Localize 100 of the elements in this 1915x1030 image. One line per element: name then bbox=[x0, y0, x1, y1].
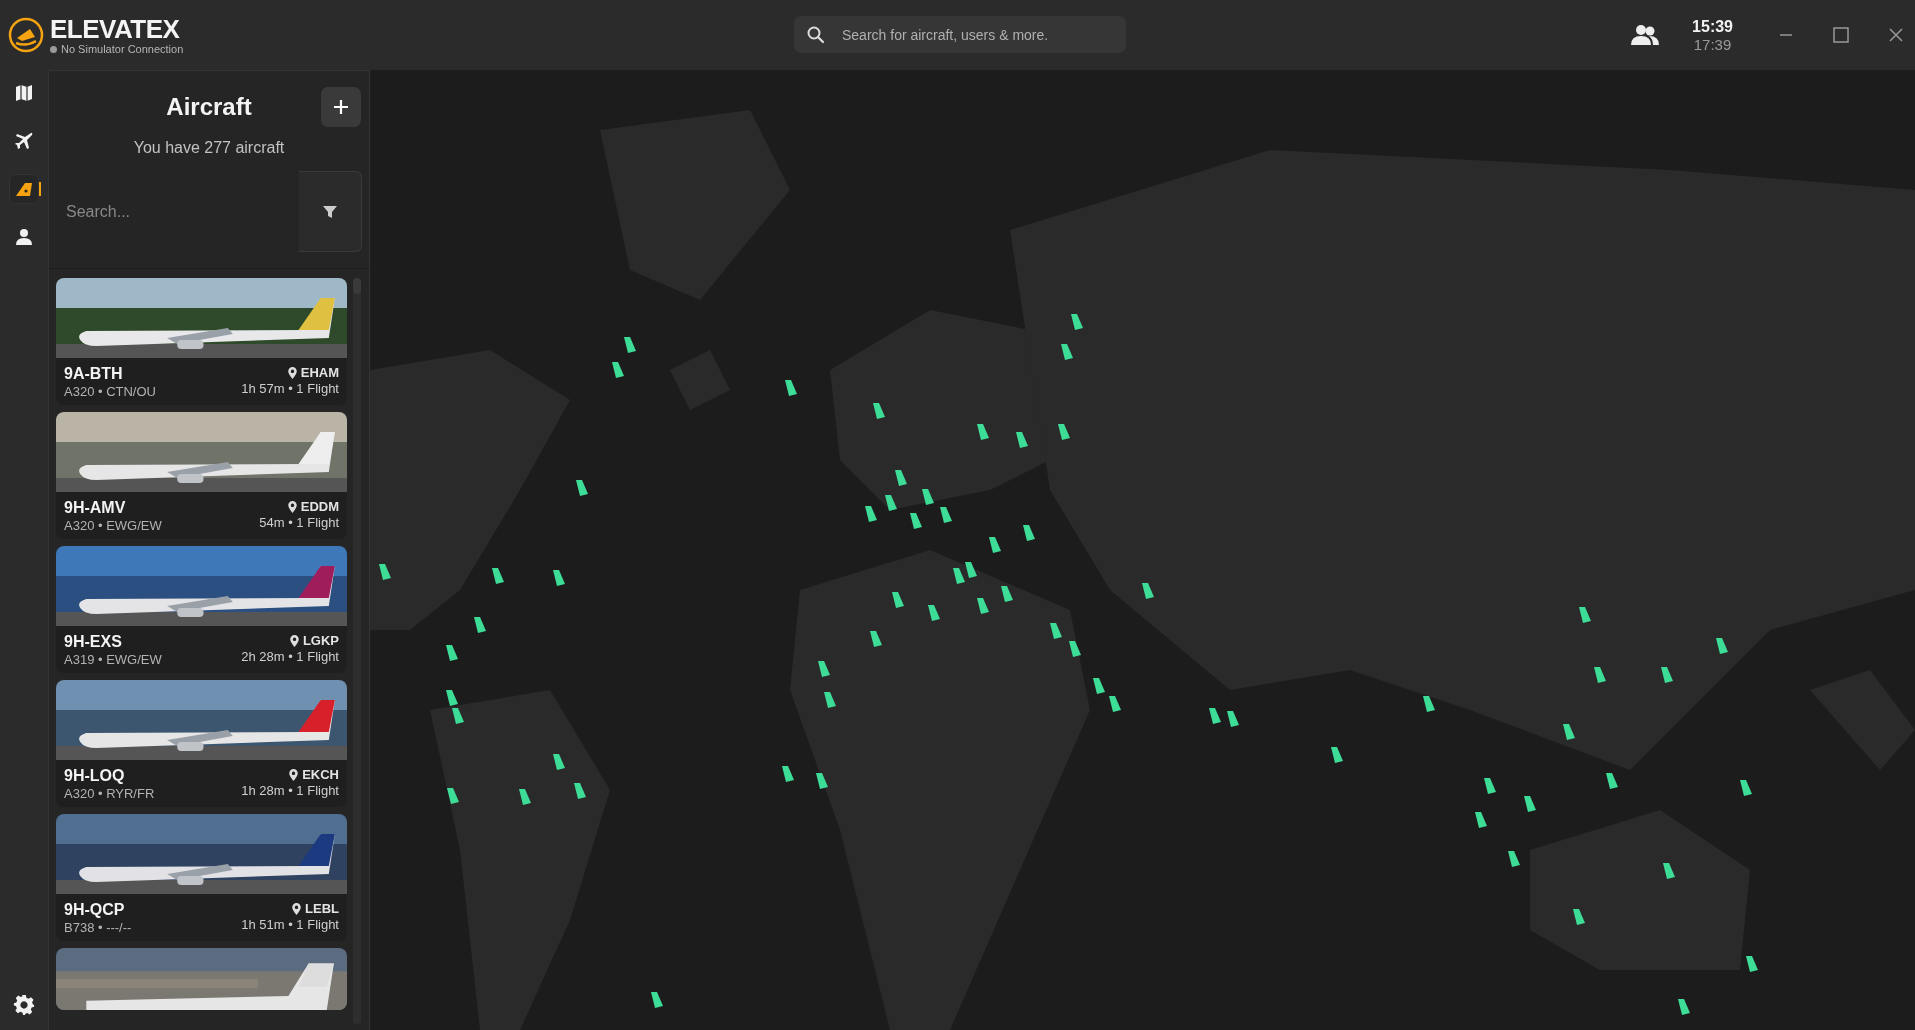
aircraft-marker-icon[interactable] bbox=[553, 753, 566, 770]
aircraft-marker-icon[interactable] bbox=[864, 505, 877, 522]
aircraft-card[interactable]: 9H-AMV A320 • EWG/EW EDDM 54m • 1 Flight bbox=[56, 412, 347, 539]
aircraft-marker-icon[interactable] bbox=[952, 567, 965, 584]
pin-icon bbox=[287, 366, 297, 379]
aircraft-marker-icon[interactable] bbox=[1422, 696, 1435, 713]
aircraft-marker-icon[interactable] bbox=[1331, 747, 1344, 764]
aircraft-marker-icon[interactable] bbox=[1093, 677, 1106, 694]
aircraft-marker-icon[interactable] bbox=[451, 708, 464, 725]
search-field[interactable]: Search for aircraft, users & more. bbox=[794, 16, 1126, 53]
aircraft-marker-icon[interactable] bbox=[873, 403, 886, 419]
aircraft-marker-icon[interactable] bbox=[624, 337, 637, 354]
aircraft-marker-icon[interactable] bbox=[574, 782, 586, 799]
aircraft-marker-icon[interactable] bbox=[1050, 622, 1063, 639]
pin-icon bbox=[289, 768, 299, 781]
aircraft-marker-icon[interactable] bbox=[940, 506, 953, 523]
aircraft-marker-icon[interactable] bbox=[1068, 641, 1081, 658]
aircraft-type: A320 • EWG/EW bbox=[64, 518, 162, 533]
search-field[interactable]: Search... bbox=[56, 171, 298, 252]
aircraft-marker-icon[interactable] bbox=[473, 616, 486, 633]
aircraft-marker-icon[interactable] bbox=[1016, 432, 1029, 449]
map-icon bbox=[14, 83, 34, 103]
add-button[interactable] bbox=[321, 87, 361, 127]
aircraft-marker-icon[interactable] bbox=[576, 479, 589, 496]
aircraft-marker-icon[interactable] bbox=[1475, 812, 1488, 829]
pin-icon bbox=[289, 634, 299, 647]
aircraft-marker-icon[interactable] bbox=[781, 765, 794, 782]
aircraft-marker-icon[interactable] bbox=[1663, 863, 1676, 880]
aircraft-marker-icon[interactable] bbox=[1579, 607, 1592, 623]
aircraft-marker-icon[interactable] bbox=[553, 570, 566, 587]
aircraft-type: B738 • ---/-- bbox=[64, 920, 132, 935]
close-icon bbox=[1889, 28, 1903, 42]
aircraft-marker-icon[interactable] bbox=[1524, 796, 1537, 813]
aircraft-marker-icon[interactable] bbox=[895, 470, 908, 487]
aircraft-card[interactable]: 9H-EXS A319 • EWG/EW LGKP 2h 28m • 1 Flight bbox=[56, 546, 347, 673]
aircraft-marker-icon[interactable] bbox=[1001, 586, 1014, 603]
aircraft-marker-icon[interactable] bbox=[1746, 956, 1759, 973]
aircraft-marker-icon[interactable] bbox=[977, 598, 990, 615]
aircraft-marker-icon[interactable] bbox=[1678, 999, 1691, 1015]
aircraft-marker-icon[interactable] bbox=[1023, 525, 1036, 542]
aircraft-marker-icon[interactable] bbox=[1573, 908, 1586, 925]
aircraft-marker-icon[interactable] bbox=[818, 660, 831, 677]
aircraft-marker-icon[interactable] bbox=[891, 592, 904, 609]
aircraft-marker-icon[interactable] bbox=[989, 537, 1002, 554]
logo-icon bbox=[8, 17, 44, 53]
aircraft-marker-icon[interactable] bbox=[445, 690, 458, 707]
aircraft-card[interactable]: 9H-LOQ A320 • RYR/FR EKCH 1h 28m • 1 Flight bbox=[56, 680, 347, 807]
local-time: 15:39 bbox=[1692, 17, 1733, 36]
airport-code: LEBL bbox=[305, 901, 339, 916]
aircraft-marker-icon[interactable] bbox=[977, 423, 990, 440]
aircraft-count: You have 277 aircraft bbox=[132, 139, 286, 157]
aircraft-marker-icon[interactable] bbox=[885, 494, 898, 511]
aircraft-marker-icon[interactable] bbox=[1483, 777, 1496, 794]
aircraft-marker-icon[interactable] bbox=[1057, 423, 1070, 440]
aircraft-type: A319 • EWG/EW bbox=[64, 652, 162, 667]
airport-code: EKCH bbox=[302, 767, 339, 782]
aircraft-marker-icon[interactable] bbox=[1227, 710, 1240, 727]
aircraft-marker-icon[interactable] bbox=[1563, 724, 1576, 741]
aircraft-type: A320 • CTN/OU bbox=[64, 384, 156, 399]
aircraft-marker-icon[interactable] bbox=[1715, 637, 1728, 654]
aircraft-nav-button[interactable] bbox=[9, 174, 39, 204]
aircraft-marker-icon[interactable] bbox=[815, 773, 828, 790]
aircraft-marker-icon[interactable] bbox=[1508, 851, 1521, 868]
aircraft-marker-icon[interactable] bbox=[922, 488, 935, 505]
aircraft-marker-icon[interactable] bbox=[378, 564, 391, 581]
panel-title: Aircraft bbox=[166, 93, 252, 121]
aircraft-marker-icon[interactable] bbox=[928, 604, 941, 621]
aircraft-card[interactable]: 9A-BTH A320 • CTN/OU EHAM 1h 57m • 1 Flight bbox=[56, 278, 347, 405]
aircraft-marker-icon[interactable] bbox=[1108, 696, 1121, 713]
aircraft-marker-icon[interactable] bbox=[1061, 344, 1074, 361]
aircraft-marker-icon[interactable] bbox=[869, 631, 882, 648]
flight-stats: 1h 51m • 1 Flight bbox=[241, 917, 339, 932]
aircraft-marker-icon[interactable] bbox=[1606, 773, 1618, 790]
aircraft-marker-icon[interactable] bbox=[650, 991, 663, 1008]
settings-icon bbox=[13, 994, 35, 1016]
search-input[interactable]: Search for aircraft, users & more. bbox=[840, 25, 1114, 44]
aircraft-marker-icon[interactable] bbox=[964, 561, 977, 578]
aircraft-marker-icon[interactable] bbox=[1209, 708, 1222, 725]
users-icon bbox=[1630, 24, 1661, 46]
user-icon bbox=[14, 227, 34, 247]
aircraft-marker-icon[interactable] bbox=[909, 512, 922, 529]
plane-icon bbox=[14, 131, 34, 151]
aircraft-marker-icon[interactable] bbox=[519, 788, 532, 805]
flight-stats: 54m • 1 Flight bbox=[259, 515, 339, 530]
aircraft-marker-icon[interactable] bbox=[824, 692, 837, 709]
registration: 9H-LOQ bbox=[64, 767, 126, 785]
aircraft-marker-icon[interactable] bbox=[1593, 666, 1606, 683]
aircraft-marker-icon[interactable] bbox=[1740, 780, 1753, 797]
aircraft-marker-icon[interactable] bbox=[445, 644, 458, 661]
aircraft-marker-icon[interactable] bbox=[611, 361, 624, 378]
aircraft-marker-icon[interactable] bbox=[492, 567, 505, 584]
registration: 9H-AMV bbox=[64, 499, 127, 517]
aircraft-card[interactable]: 9H-QCP B738 • ---/-- LEBL 1h 51m • 1 Flight bbox=[56, 814, 347, 941]
aircraft-marker-icon[interactable] bbox=[785, 379, 798, 396]
airport-code: EHAM bbox=[300, 365, 339, 380]
aircraft-marker-icon[interactable] bbox=[447, 787, 459, 804]
pin-icon bbox=[287, 500, 297, 513]
aircraft-marker-icon[interactable] bbox=[1141, 582, 1154, 599]
aircraft-marker-icon[interactable] bbox=[1660, 666, 1673, 683]
pin-icon bbox=[292, 902, 302, 915]
